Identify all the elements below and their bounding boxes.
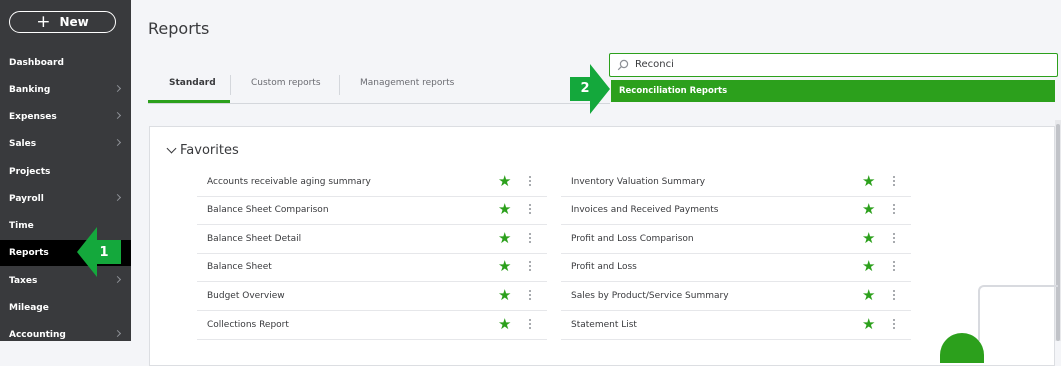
more-options-icon[interactable] — [893, 176, 896, 189]
page-title: Reports — [148, 19, 210, 38]
star-icon[interactable]: ★ — [862, 317, 875, 332]
sidebar-item-banking[interactable]: Banking — [0, 77, 131, 103]
report-name[interactable]: Profit and Loss — [571, 262, 637, 272]
sidebar-item-mileage[interactable]: Mileage — [0, 295, 131, 321]
chevron-right-icon — [113, 138, 122, 147]
report-name[interactable]: Balance Sheet Comparison — [207, 205, 329, 215]
more-options-icon[interactable] — [529, 233, 532, 246]
list-item[interactable]: Balance Sheet ★ — [197, 254, 547, 282]
report-name[interactable]: Budget Overview — [207, 291, 285, 301]
sidebar-item-label: Dashboard — [9, 58, 64, 68]
more-options-icon[interactable] — [529, 290, 532, 303]
list-item[interactable]: Collections Report ★ — [197, 312, 547, 340]
list-item[interactable]: Statement List ★ — [561, 312, 911, 340]
star-icon[interactable]: ★ — [498, 288, 511, 303]
list-item[interactable]: Balance Sheet Comparison ★ — [197, 197, 547, 225]
report-name[interactable]: Profit and Loss Comparison — [571, 234, 694, 244]
chevron-right-icon — [113, 84, 122, 93]
sidebar-item-label: Banking — [9, 85, 51, 95]
tab-management-reports[interactable]: Management reports — [360, 78, 454, 88]
list-item[interactable]: Balance Sheet Detail ★ — [197, 226, 547, 254]
list-item[interactable]: Inventory Valuation Summary ★ — [561, 169, 911, 197]
sidebar-item-accounting[interactable]: Accounting — [0, 322, 131, 348]
star-icon[interactable]: ★ — [862, 288, 875, 303]
sidebar-item-sales[interactable]: Sales — [0, 131, 131, 157]
report-name[interactable]: Balance Sheet Detail — [207, 234, 301, 244]
sidebar-item-expenses[interactable]: Expenses — [0, 104, 131, 130]
chevron-right-icon — [113, 193, 122, 202]
star-icon[interactable]: ★ — [862, 174, 875, 189]
favorites-section-title[interactable]: Favorites — [180, 143, 239, 158]
list-item[interactable]: Invoices and Received Payments ★ — [561, 197, 911, 225]
sidebar-item-projects[interactable]: Projects — [0, 159, 131, 185]
tab-divider — [339, 75, 340, 95]
star-icon[interactable]: ★ — [862, 202, 875, 217]
search-icon — [617, 59, 629, 71]
star-icon[interactable]: ★ — [862, 231, 875, 246]
list-item[interactable]: Accounts receivable aging summary ★ — [197, 169, 547, 197]
more-options-icon[interactable] — [893, 319, 896, 332]
chevron-right-icon — [113, 329, 122, 338]
tab-divider — [230, 75, 231, 95]
report-name[interactable]: Inventory Valuation Summary — [571, 177, 705, 187]
report-name[interactable]: Collections Report — [207, 320, 289, 330]
star-icon[interactable]: ★ — [498, 317, 511, 332]
more-options-icon[interactable] — [529, 204, 532, 217]
search-result-reconciliation-reports[interactable]: Reconciliation Reports — [611, 80, 1055, 102]
search-value: Reconci — [635, 59, 674, 70]
report-illustration — [978, 285, 1058, 341]
more-options-icon[interactable] — [529, 319, 532, 332]
callout-number-1: 1 — [90, 241, 118, 263]
sidebar-item-label: Payroll — [9, 194, 44, 204]
sidebar-item-label: Expenses — [9, 112, 57, 122]
sidebar: + New Dashboard Banking Expenses Sales Proje… — [0, 0, 131, 341]
star-icon[interactable]: ★ — [498, 259, 511, 274]
sidebar-item-label: Mileage — [9, 303, 49, 313]
list-item[interactable]: Profit and Loss ★ — [561, 254, 911, 282]
sidebar-item-label: Time — [9, 221, 34, 231]
sidebar-item-label: Projects — [9, 167, 51, 177]
new-button-label: New — [59, 15, 89, 29]
star-icon[interactable]: ★ — [498, 202, 511, 217]
sidebar-item-label: Accounting — [9, 330, 66, 340]
sidebar-item-label: Reports — [9, 248, 49, 258]
search-input[interactable]: Reconci — [609, 53, 1058, 77]
plus-icon: + — [36, 11, 51, 32]
sidebar-item-label: Taxes — [9, 276, 38, 286]
list-item[interactable]: Budget Overview ★ — [197, 283, 547, 311]
report-name[interactable]: Sales by Product/Service Summary — [571, 291, 729, 301]
more-options-icon[interactable] — [893, 290, 896, 303]
more-options-icon[interactable] — [893, 204, 896, 217]
star-icon[interactable]: ★ — [498, 231, 511, 246]
star-icon[interactable]: ★ — [862, 259, 875, 274]
chevron-right-icon — [113, 275, 122, 284]
report-name[interactable]: Balance Sheet — [207, 262, 272, 272]
sidebar-item-payroll[interactable]: Payroll — [0, 186, 131, 212]
more-options-icon[interactable] — [893, 261, 896, 274]
list-item[interactable]: Profit and Loss Comparison ★ — [561, 226, 911, 254]
more-options-icon[interactable] — [893, 233, 896, 246]
callout-number-2: 2 — [571, 77, 599, 99]
report-name[interactable]: Accounts receivable aging summary — [207, 177, 371, 187]
new-button[interactable]: + New — [9, 11, 116, 33]
report-name[interactable]: Invoices and Received Payments — [571, 205, 718, 215]
list-item[interactable]: Sales by Product/Service Summary ★ — [561, 283, 911, 311]
tab-standard[interactable]: Standard — [169, 78, 216, 88]
report-name[interactable]: Statement List — [571, 320, 637, 330]
sidebar-item-dashboard[interactable]: Dashboard — [0, 50, 131, 76]
more-options-icon[interactable] — [529, 176, 532, 189]
tab-custom-reports[interactable]: Custom reports — [251, 78, 321, 88]
chevron-right-icon — [113, 111, 122, 120]
star-icon[interactable]: ★ — [498, 174, 511, 189]
tabs-divider — [148, 103, 610, 104]
sidebar-item-label: Sales — [9, 139, 37, 149]
more-options-icon[interactable] — [529, 261, 532, 274]
